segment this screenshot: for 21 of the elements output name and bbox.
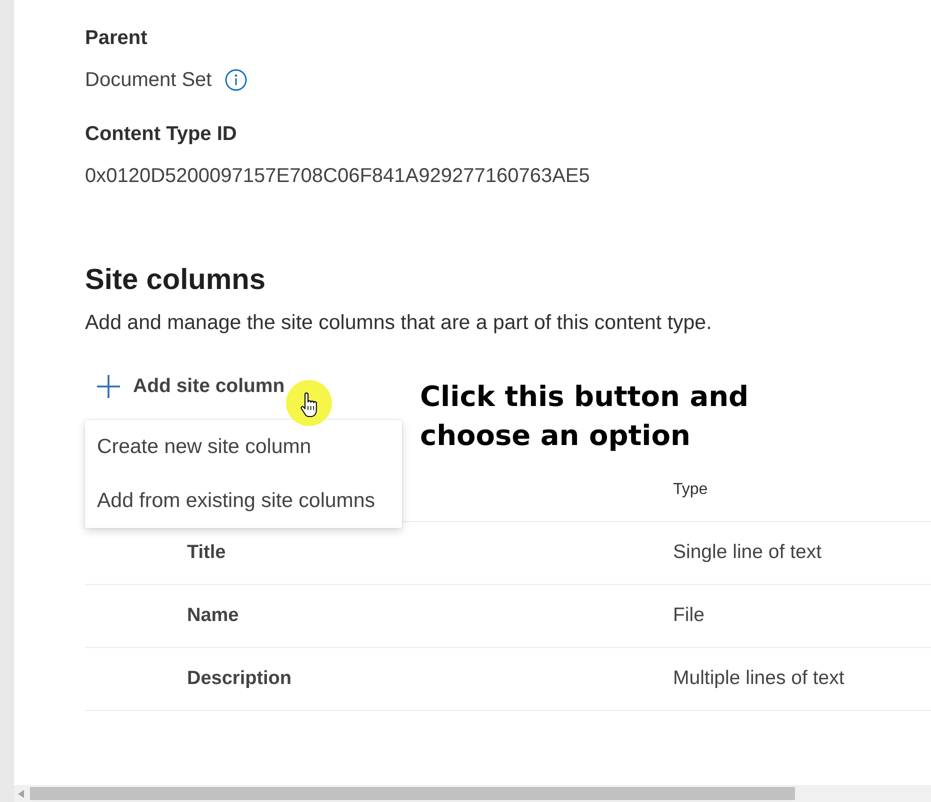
table-cell: Multiple lines of text	[673, 666, 844, 690]
horizontal-scrollbar[interactable]	[14, 785, 931, 802]
field-value: 0x0120D5200097157E708C06F841A929277160763AE5	[85, 164, 590, 189]
section-description: Add and manage the site columns that are a part of this content type.	[85, 311, 713, 335]
scrollbar-thumb[interactable]	[30, 787, 795, 800]
plus-icon	[97, 374, 120, 398]
table-cell: Title	[187, 541, 226, 565]
column-header[interactable]: Type	[673, 479, 708, 501]
annotation-text: Click this button and choose an option	[420, 379, 750, 454]
section-heading: Site columns	[85, 263, 266, 298]
table-cell: Description	[187, 667, 292, 691]
table-cell: File	[673, 602, 704, 626]
menu-item[interactable]: Create new site column	[85, 420, 402, 474]
field-label: Parent	[85, 26, 148, 51]
field-value: Document Set	[85, 68, 212, 93]
table-cell: Name	[187, 604, 239, 628]
table-cell: Single line of text	[673, 540, 822, 564]
field-label: Content Type ID	[85, 122, 238, 147]
scroll-left-arrow-icon[interactable]	[18, 790, 24, 798]
menu-item[interactable]: Add from existing site columns	[85, 474, 402, 528]
info-icon[interactable]	[224, 69, 247, 91]
